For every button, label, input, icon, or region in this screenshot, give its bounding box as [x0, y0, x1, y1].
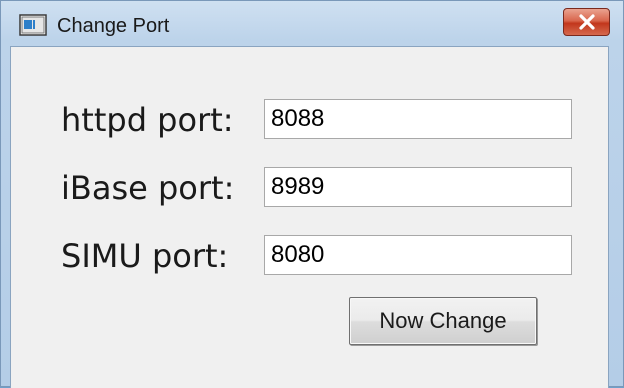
httpd-port-input[interactable] [264, 99, 572, 139]
app-window-icon [19, 14, 47, 36]
httpd-port-label: httpd port: [61, 101, 234, 139]
window-title: Change Port [57, 15, 170, 37]
dialog-body: httpd port: iBase port: SIMU port: Now C… [10, 46, 609, 388]
now-change-button[interactable]: Now Change [349, 297, 537, 345]
close-button[interactable] [563, 8, 610, 36]
ibase-port-label: iBase port: [61, 169, 235, 207]
simu-port-label: SIMU port: [61, 237, 229, 275]
title-bar[interactable]: Change Port [1, 1, 623, 51]
change-port-window: Change Port httpd port: iBase port: SIMU… [0, 0, 624, 388]
simu-port-input[interactable] [264, 235, 572, 275]
ibase-port-input[interactable] [264, 167, 572, 207]
